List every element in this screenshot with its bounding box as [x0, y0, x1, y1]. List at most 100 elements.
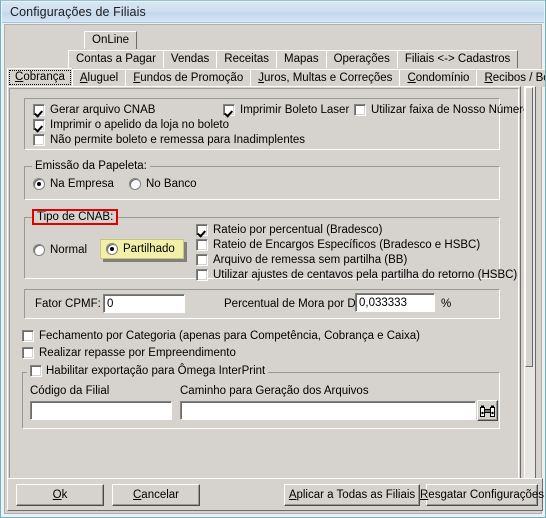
tab-row-1: OnLine: [10, 30, 138, 49]
button-label: Resgatar Configurações: [419, 489, 545, 501]
radio-label: Normal: [50, 244, 88, 256]
label-caminho-geracao-arquivos: Caminho para Geração dos Arquivos: [180, 385, 369, 397]
input-caminho-geracao-arquivos[interactable]: [180, 401, 476, 420]
checkbox-label: Utilizar faixa de Nosso Número: [371, 104, 530, 116]
ok-button[interactable]: Ok: [16, 484, 104, 506]
checkbox-rateio-encargos-especificos[interactable]: Rateio de Encargos Específicos (Bradesco…: [196, 239, 480, 251]
tab-online[interactable]: OnLine: [84, 31, 138, 49]
label-percent-suffix: %: [441, 298, 452, 310]
dialog-window: Configurações de Filiais OnLine Contas a…: [0, 0, 546, 518]
checkbox-label: Imprimir o apelido da loja no boleto: [50, 119, 229, 131]
radio-circle: [33, 178, 45, 190]
checkbox-rateio-por-percentual[interactable]: Rateio por percentual (Bradesco): [196, 224, 382, 236]
tab-label: Filiais <-> Cadastros: [404, 52, 511, 65]
dialog-button-bar: Ok Cancelar Aplicar a Todas as Filiais R…: [7, 478, 544, 511]
radio-no-banco[interactable]: No Banco: [129, 178, 197, 190]
checkbox-ajustes-centavos-partilha[interactable]: Utilizar ajustes de centavos pela partil…: [196, 269, 517, 281]
radio-label: No Banco: [146, 178, 197, 190]
radio-circle: [129, 178, 141, 190]
resgatar-configuracoes-button[interactable]: Resgatar Configurações: [420, 484, 544, 506]
checkbox-box: [33, 104, 45, 116]
tab-label: Operações: [333, 52, 390, 65]
checkbox-box: [196, 254, 208, 266]
label-codigo-da-filial: Código da Filial: [30, 385, 110, 397]
radio-partilhado[interactable]: Partilhado: [100, 239, 184, 259]
browse-button[interactable]: [477, 400, 498, 421]
tab-label: Vendas: [170, 52, 210, 65]
input-codigo-da-filial[interactable]: [30, 401, 172, 420]
checkbox-gerar-arquivo-cnab[interactable]: Gerar arquivo CNAB: [33, 104, 155, 116]
checkbox-label: Imprimir Boleto Laser: [240, 104, 350, 116]
tab-label: Juros, Multas e Correções: [258, 71, 393, 84]
checkbox-label: Realizar repasse por Empreendimento: [39, 347, 236, 359]
radio-label: Partilhado: [123, 243, 175, 255]
checkbox-box: [354, 104, 366, 116]
vertical-scrollbar-thumb[interactable]: [525, 87, 533, 367]
checkbox-realizar-repasse-empreendimento[interactable]: Realizar repasse por Empreendimento: [22, 347, 236, 359]
tab-row-2: Contas a Pagar Vendas Receitas Mapas Ope…: [10, 49, 519, 68]
checkbox-label: Arquivo de remessa sem partilha (BB): [213, 254, 408, 266]
dialog-client-area: OnLine Contas a Pagar Vendas Receitas Ma…: [4, 24, 545, 514]
checkbox-imprimir-apelido-loja[interactable]: Imprimir o apelido da loja no boleto: [33, 119, 229, 131]
group-legend-omega[interactable]: Habilitar exportação para Ômega InterPri…: [27, 365, 269, 377]
checkbox-arquivo-remessa-sem-partilha[interactable]: Arquivo de remessa sem partilha (BB): [196, 254, 407, 266]
checkbox-box: [30, 365, 42, 377]
checkbox-fechamento-por-categoria[interactable]: Fechamento por Categoria (apenas para Co…: [22, 330, 420, 342]
radio-na-empresa[interactable]: Na Empresa: [33, 178, 114, 190]
checkbox-box: [22, 330, 34, 342]
vertical-scrollbar-track[interactable]: [524, 86, 536, 484]
checkbox-box: [196, 224, 208, 236]
tab-mapas[interactable]: Mapas: [276, 50, 327, 68]
group-legend: Emissão da Papeleta:: [32, 160, 150, 172]
checkbox-imprimir-boleto-laser[interactable]: Imprimir Boleto Laser: [223, 104, 349, 116]
tab-receitas[interactable]: Receitas: [216, 50, 278, 68]
tab-fundos-de-promocao[interactable]: Fundos de Promoção: [125, 69, 252, 87]
window-title: Configurações de Filiais: [10, 5, 146, 19]
radio-normal[interactable]: Normal: [33, 244, 87, 256]
tab-vendas[interactable]: Vendas: [162, 50, 218, 68]
tab-filiais-cadastros[interactable]: Filiais <-> Cadastros: [396, 50, 519, 68]
checkbox-label: Habilitar exportação para Ômega InterPri…: [46, 365, 266, 377]
checkbox-box: [196, 269, 208, 281]
label-percentual-mora: Percentual de Mora por Dia:: [224, 298, 368, 310]
input-percentual-mora[interactable]: 0,033333: [355, 293, 435, 312]
tab-label: Cobrança: [15, 71, 65, 84]
tab-label: Receitas: [224, 52, 270, 65]
aplicar-a-todas-as-filiais-button[interactable]: Aplicar a Todas as Filiais: [284, 484, 420, 506]
tab-label: Recibos / Boletos: [484, 71, 545, 84]
group-legend-tipo-cnab: Tipo de CNAB:: [32, 209, 119, 225]
radio-circle: [106, 243, 118, 255]
emissao-papeleta-group: Emissão da Papeleta: Na Empresa No Banco: [24, 160, 500, 200]
checkbox-nao-permite-boleto-inadimplentes[interactable]: Não permite boleto e remessa para Inadim…: [33, 134, 305, 146]
checkbox-box: [196, 239, 208, 251]
checkbox-label: Fechamento por Categoria (apenas para Co…: [39, 330, 420, 342]
tab-condominio[interactable]: Condomínio: [399, 69, 478, 87]
cancelar-button[interactable]: Cancelar: [112, 484, 200, 506]
title-bar: Configurações de Filiais: [2, 2, 544, 23]
button-label: Cancelar: [132, 489, 180, 501]
binoculars-icon: [480, 405, 495, 417]
checkbox-label: Utilizar ajustes de centavos pela partil…: [213, 269, 518, 281]
omega-interprint-group: Habilitar exportação para Ômega InterPri…: [22, 365, 500, 429]
tab-label: Contas a Pagar: [76, 52, 156, 65]
tab-label: Mapas: [284, 52, 319, 65]
checkbox-box: [33, 119, 45, 131]
checkbox-utilizar-faixa-nosso-numero[interactable]: Utilizar faixa de Nosso Número: [354, 104, 530, 116]
tab-cobranca[interactable]: Cobrança: [7, 68, 73, 87]
input-fator-cpmf[interactable]: 0: [103, 294, 185, 313]
tab-operacoes[interactable]: Operações: [325, 50, 398, 68]
tab-aluguel[interactable]: Aluguel: [71, 69, 127, 87]
radio-label: Na Empresa: [50, 178, 114, 190]
radio-circle: [33, 244, 45, 256]
checkbox-label: Gerar arquivo CNAB: [50, 104, 156, 116]
checkbox-box: [223, 104, 235, 116]
boleto-options-group: Gerar arquivo CNAB Imprimir Boleto Laser…: [24, 98, 530, 150]
tipo-de-cnab-group: Tipo de CNAB: Normal Partilhado Rateio p…: [24, 209, 517, 281]
button-label: Aplicar a Todas as Filiais: [288, 489, 416, 501]
tab-content-panel: Gerar arquivo CNAB Imprimir Boleto Laser…: [7, 86, 530, 484]
tab-contas-a-pagar[interactable]: Contas a Pagar: [68, 50, 164, 68]
tab-label: Fundos de Promoção: [133, 71, 244, 84]
tab-juros-multas-correcoes[interactable]: Juros, Multas e Correções: [250, 69, 401, 87]
tab-recibos-boletos[interactable]: Recibos / Boletos: [476, 69, 545, 87]
checkbox-box: [22, 347, 34, 359]
